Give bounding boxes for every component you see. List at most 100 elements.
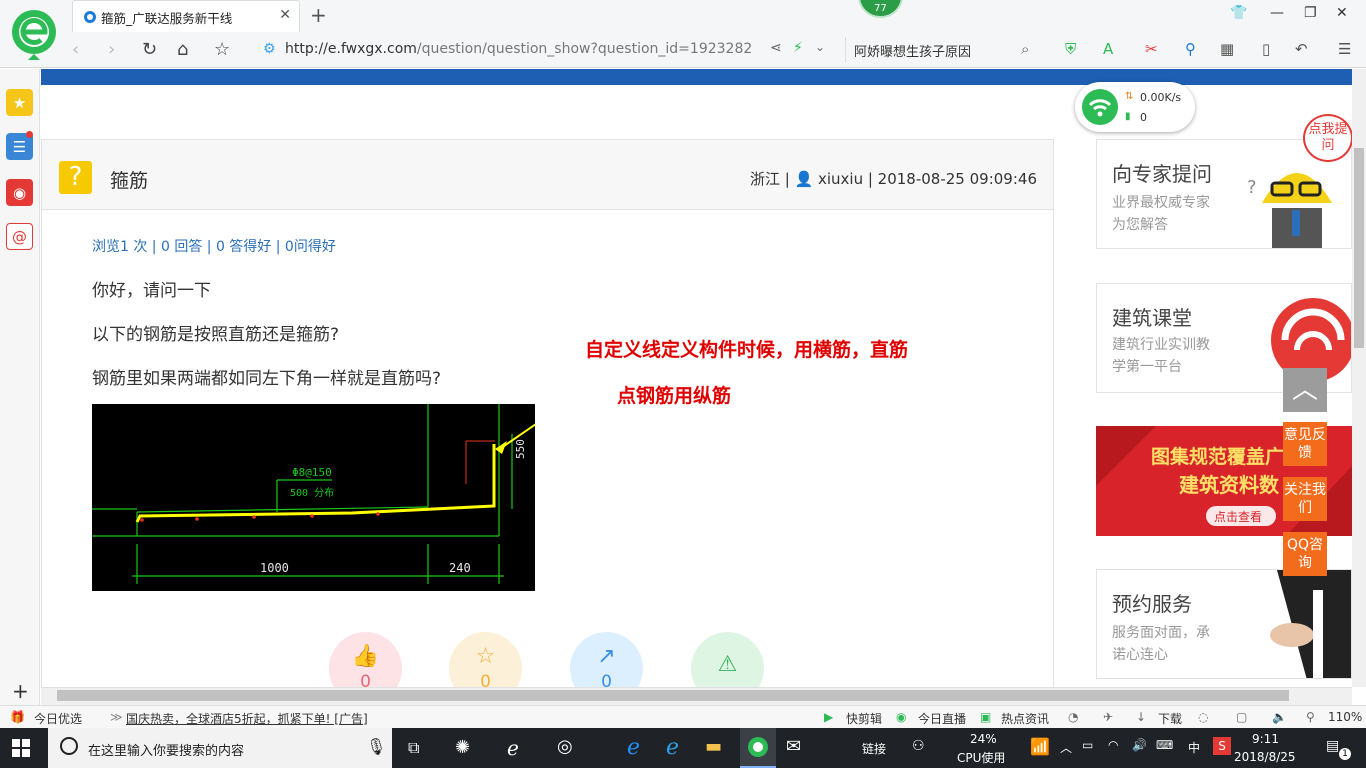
link-label[interactable]: 链接 xyxy=(862,740,886,757)
translate-icon[interactable]: A xyxy=(1103,40,1113,58)
speaker-icon[interactable]: 🔊 xyxy=(1132,738,1147,752)
network-icon[interactable]: ◠ xyxy=(1108,738,1118,752)
chevron-down-icon[interactable]: ⌄ xyxy=(815,40,825,54)
scissors-icon[interactable]: ✂ xyxy=(1145,40,1158,58)
notification-badge[interactable]: 77 xyxy=(858,0,903,18)
qq-consult-button[interactable]: QQ咨询 xyxy=(1283,532,1327,576)
task-view-icon[interactable]: ⧉ xyxy=(408,738,419,758)
pin-icon[interactable]: ✈ xyxy=(1103,710,1113,724)
vertical-scroll-thumb[interactable] xyxy=(1354,148,1364,348)
mail-icon[interactable]: ✉ xyxy=(786,736,801,757)
notification-center-icon[interactable]: ▤ xyxy=(1326,738,1339,754)
app-notify-icon[interactable]: ◎ xyxy=(557,736,573,757)
live-link[interactable]: 今日直播 xyxy=(918,710,966,727)
reader-icon[interactable]: ▯ xyxy=(1262,40,1270,58)
tab-title: 箍筋_广联达服务新干线 xyxy=(101,11,233,26)
email-at-icon[interactable]: @ xyxy=(6,223,33,250)
lightning-icon[interactable]: ⚡ xyxy=(793,40,803,56)
card-title: 建筑课堂 xyxy=(1112,306,1192,330)
active-browser-app[interactable] xyxy=(740,728,776,768)
people-icon[interactable]: ⚇ xyxy=(912,738,925,754)
zoom-icon[interactable]: ⚲ xyxy=(1306,710,1315,724)
ask-bubble[interactable]: 点我提问 xyxy=(1303,114,1352,162)
apps-grid-icon[interactable]: ▦ xyxy=(1220,40,1234,58)
back-to-top-button[interactable]: ︿ xyxy=(1283,368,1327,412)
360-browser-icon xyxy=(748,737,768,757)
card-subtitle: 业界最权威专家 xyxy=(1112,195,1210,211)
quick-clip-link[interactable]: 快剪辑 xyxy=(846,710,882,727)
windows-start-icon[interactable] xyxy=(12,739,30,757)
file-explorer-icon[interactable]: ▬ xyxy=(705,736,722,757)
search-input[interactable]: 阿娇曝想生孩子原因 xyxy=(854,41,971,60)
browser-logo-icon[interactable] xyxy=(10,8,58,60)
favorites-star-icon[interactable]: ★ xyxy=(6,89,33,116)
like-button[interactable]: 👍 0 xyxy=(329,632,402,687)
like-count: 0 xyxy=(360,672,371,687)
today-picks-link[interactable]: 今日优选 xyxy=(34,710,82,727)
question-meta: 浙江 | 👤 xiuxiu | 2018-08-25 09:09:46 xyxy=(749,170,1037,188)
magnifier-icon[interactable]: ⚲ xyxy=(1185,40,1196,58)
close-window-button[interactable]: ✕ xyxy=(1336,5,1348,21)
window-icon[interactable]: ▢ xyxy=(1236,710,1247,724)
weibo-icon[interactable]: ◉ xyxy=(6,179,33,206)
badge-count: 77 xyxy=(874,3,887,14)
download-icon: ↓ xyxy=(1136,710,1147,724)
network-speed-widget[interactable]: ⇅ 0.00K/s ▮ 0 xyxy=(1075,82,1195,132)
share-icon[interactable]: ⋖ xyxy=(770,40,782,56)
battery-icon[interactable]: ▭ xyxy=(1082,738,1093,752)
menu-icon[interactable]: ☰ xyxy=(1338,40,1351,58)
hot-news-link[interactable]: 热点资讯 xyxy=(1001,710,1049,727)
edge-icon[interactable]: ℯ xyxy=(627,735,640,760)
search-box[interactable]: 阿娇曝想生孩子原因 ⌕ xyxy=(845,37,1045,63)
clock-date[interactable]: 2018/8/25 xyxy=(1234,750,1296,764)
download-link[interactable]: 下载 xyxy=(1158,710,1182,727)
cad-label: 500 分布 xyxy=(290,487,334,499)
shield-icon[interactable]: ⛨ xyxy=(1065,40,1076,58)
clock-time[interactable]: 9:11 xyxy=(1252,732,1279,746)
net-count: 0 xyxy=(1140,111,1147,124)
zoom-level[interactable]: 110% xyxy=(1328,710,1362,724)
taskbar-search-input[interactable]: 在这里输入你要搜索的内容 xyxy=(88,740,244,759)
search-icon[interactable]: ⌕ xyxy=(1021,40,1029,58)
tab-close-icon[interactable]: ✕ xyxy=(279,7,291,23)
tool-icon[interactable]: ◌ xyxy=(1198,710,1208,724)
chevron-up-icon[interactable]: ︿ xyxy=(1060,739,1072,756)
follow-us-button[interactable]: 关注我们 xyxy=(1283,477,1327,521)
new-tab-button[interactable]: + xyxy=(310,3,327,27)
volume-icon[interactable]: 🔈 xyxy=(1272,710,1287,724)
appointment-card[interactable]: 预约服务 服务面对面，承 诺心连心 xyxy=(1096,569,1352,679)
promo-cta[interactable]: 点击查看 xyxy=(1214,510,1262,524)
report-button[interactable]: ⚠ xyxy=(691,632,764,687)
feedback-button[interactable]: 意见反馈 xyxy=(1283,422,1327,466)
bookmark-star-icon[interactable]: ☆ xyxy=(214,39,230,60)
favorite-button[interactable]: ☆ 0 xyxy=(449,632,522,687)
add-sidebar-icon[interactable]: + xyxy=(12,679,29,703)
undo-icon[interactable]: ↶ xyxy=(1295,40,1308,58)
edge-legacy-icon[interactable]: ℯ xyxy=(507,736,519,760)
sogou-icon[interactable]: S xyxy=(1213,737,1231,755)
keyboard-icon[interactable]: ⌨ xyxy=(1156,738,1173,752)
forward-button[interactable]: › xyxy=(108,39,115,60)
minimize-button[interactable]: — xyxy=(1270,5,1284,21)
ie-icon[interactable]: ℯ xyxy=(666,735,679,760)
browser-status-bar: 🎁 今日优选 ≫ 国庆热卖，全球酒店5折起，抓紧下单! [广告] ▶ 快剪辑 ◉… xyxy=(0,705,1366,728)
back-button[interactable]: ‹ xyxy=(72,39,79,60)
question-stats[interactable]: 浏览1 次 | 0 回答 | 0 答得好 | 0问得好 xyxy=(92,236,336,256)
restore-button[interactable]: ❐ xyxy=(1304,5,1317,21)
wifi-tray-icon[interactable]: 📶 xyxy=(1030,737,1050,756)
taskbar-search-box[interactable]: 在这里输入你要搜索的内容 🎙 xyxy=(48,728,392,768)
address-bar[interactable]: ⚙ http://e.fwxgx.com/question/question_s… xyxy=(255,37,845,63)
favorite-count: 0 xyxy=(480,672,491,687)
ime-indicator[interactable]: 中 xyxy=(1188,739,1200,756)
speed-icon[interactable]: ◔ xyxy=(1068,710,1078,724)
microphone-icon[interactable]: 🎙 xyxy=(366,737,386,756)
home-button[interactable]: ⌂ xyxy=(177,39,188,60)
pinwheel-app-icon[interactable]: ✺ xyxy=(455,737,470,758)
refresh-button[interactable]: ↻ xyxy=(142,39,157,60)
skin-icon[interactable]: 👕 xyxy=(1230,5,1247,21)
share-button[interactable]: ↗ 0 xyxy=(570,632,643,687)
ad-link[interactable]: 国庆热卖，全球酒店5折起，抓紧下单! [广告] xyxy=(126,710,368,727)
browser-tab[interactable]: 箍筋_广联达服务新干线 ✕ xyxy=(72,0,300,32)
web-page: ? 箍筋 浙江 | 👤 xiuxiu | 2018-08-25 09:09:46… xyxy=(41,69,1352,687)
horizontal-scroll-thumb[interactable] xyxy=(57,690,1289,701)
